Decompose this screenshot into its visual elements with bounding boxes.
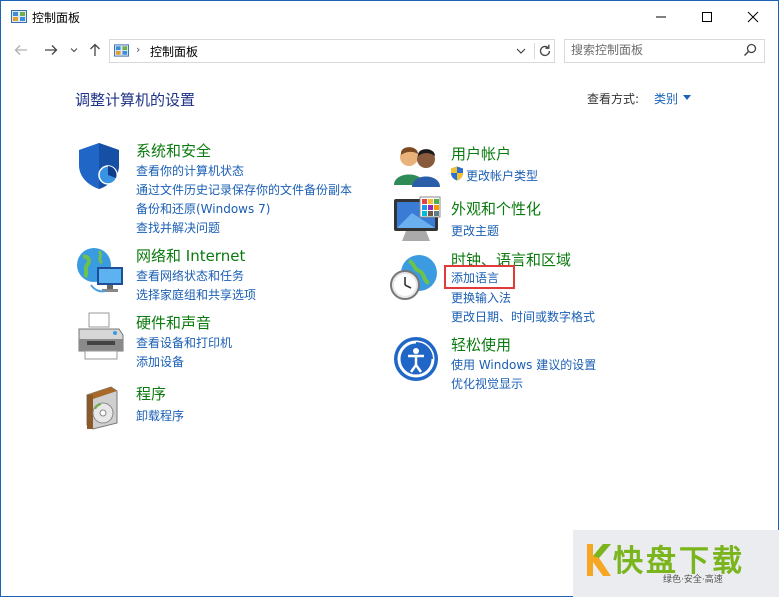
minimize-button[interactable] [638, 1, 684, 33]
category-title-programs[interactable]: 程序 [136, 383, 166, 404]
back-button[interactable] [13, 42, 29, 58]
link-change-input-method[interactable]: 更换输入法 [451, 289, 511, 306]
view-by-label: 查看方式: [587, 92, 640, 106]
programs-disc-icon[interactable] [81, 381, 133, 433]
breadcrumb-separator: › [136, 43, 141, 56]
category-title-network-internet[interactable]: 网络和 Internet [136, 245, 245, 266]
minimize-icon [656, 16, 666, 18]
printer-icon[interactable] [75, 311, 127, 363]
chevron-down-icon [70, 48, 78, 53]
link-optimize-visual-display[interactable]: 优化视觉显示 [451, 375, 523, 392]
watermark-tagline: 绿色·安全·高速 [663, 575, 723, 585]
link-windows-recommended-settings[interactable]: 使用 Windows 建议的设置 [451, 356, 596, 373]
recent-locations-button[interactable] [66, 42, 82, 58]
link-file-history-backup[interactable]: 通过文件历史记录保存你的文件备份副本 [136, 181, 352, 198]
chevron-down-icon[interactable] [683, 95, 691, 100]
title-bar[interactable]: 控制面板 [1, 1, 778, 33]
search-box[interactable] [564, 39, 765, 63]
link-change-date-time-format[interactable]: 更改日期、时间或数字格式 [451, 308, 595, 325]
up-arrow-icon [90, 43, 100, 56]
close-icon [747, 11, 759, 23]
search-icon[interactable] [743, 43, 757, 57]
category-title-hardware-sound[interactable]: 硬件和声音 [136, 312, 211, 333]
link-backup-restore[interactable]: 备份和还原(Windows 7) [136, 200, 270, 217]
monitor-palette-icon[interactable] [392, 195, 444, 247]
clock-globe-icon[interactable] [389, 253, 441, 305]
control-panel-window: 控制面板 › 控制面板 搜索控制面板 调整计算机的设置 查看方式: 类别 系统和… [0, 0, 779, 597]
network-globe-icon[interactable] [75, 245, 127, 297]
category-title-user-accounts[interactable]: 用户帐户 [451, 143, 511, 164]
shield-icon[interactable] [75, 141, 127, 193]
maximize-icon [702, 12, 712, 22]
breadcrumb-control-panel[interactable]: 控制面板 [150, 43, 198, 60]
navigation-bar: › 控制面板 [1, 35, 778, 65]
window-title: 控制面板 [32, 11, 81, 25]
category-title-system-security[interactable]: 系统和安全 [136, 140, 211, 161]
link-homegroup-sharing[interactable]: 选择家庭组和共享选项 [136, 286, 256, 303]
link-change-account-type[interactable]: 更改帐户类型 [466, 167, 538, 184]
search-input[interactable] [571, 42, 731, 58]
watermark-logo: 快盘下载 绿色·安全·高速 [573, 530, 779, 597]
close-button[interactable] [730, 1, 776, 33]
link-devices-printers[interactable]: 查看设备和打印机 [136, 334, 232, 351]
address-bar[interactable]: › 控制面板 [109, 39, 555, 63]
watermark-k-icon [587, 544, 611, 576]
forward-button[interactable] [43, 42, 59, 58]
category-title-appearance[interactable]: 外观和个性化 [451, 198, 541, 219]
users-icon[interactable] [392, 141, 444, 193]
page-title: 调整计算机的设置 [75, 91, 196, 109]
link-view-computer-status[interactable]: 查看你的计算机状态 [136, 162, 244, 179]
view-by-dropdown[interactable]: 类别 [654, 90, 678, 107]
maximize-button[interactable] [684, 1, 730, 33]
link-network-status[interactable]: 查看网络状态和任务 [136, 267, 244, 284]
link-add-language[interactable]: 添加语言 [451, 269, 499, 286]
ease-of-access-icon[interactable] [392, 335, 444, 387]
link-change-theme[interactable]: 更改主题 [451, 222, 499, 239]
uac-shield-icon [451, 166, 463, 181]
refresh-icon[interactable] [534, 43, 553, 59]
back-arrow-icon [14, 45, 27, 55]
control-panel-icon [11, 10, 27, 23]
link-add-device[interactable]: 添加设备 [136, 353, 184, 370]
link-uninstall-program[interactable]: 卸载程序 [136, 407, 184, 424]
link-troubleshoot[interactable]: 查找并解决问题 [136, 219, 220, 236]
chevron-down-icon[interactable] [514, 44, 528, 58]
control-panel-icon [114, 44, 129, 57]
up-button[interactable] [87, 42, 103, 58]
category-title-ease-of-access[interactable]: 轻松使用 [451, 334, 511, 355]
forward-arrow-icon [45, 45, 58, 55]
